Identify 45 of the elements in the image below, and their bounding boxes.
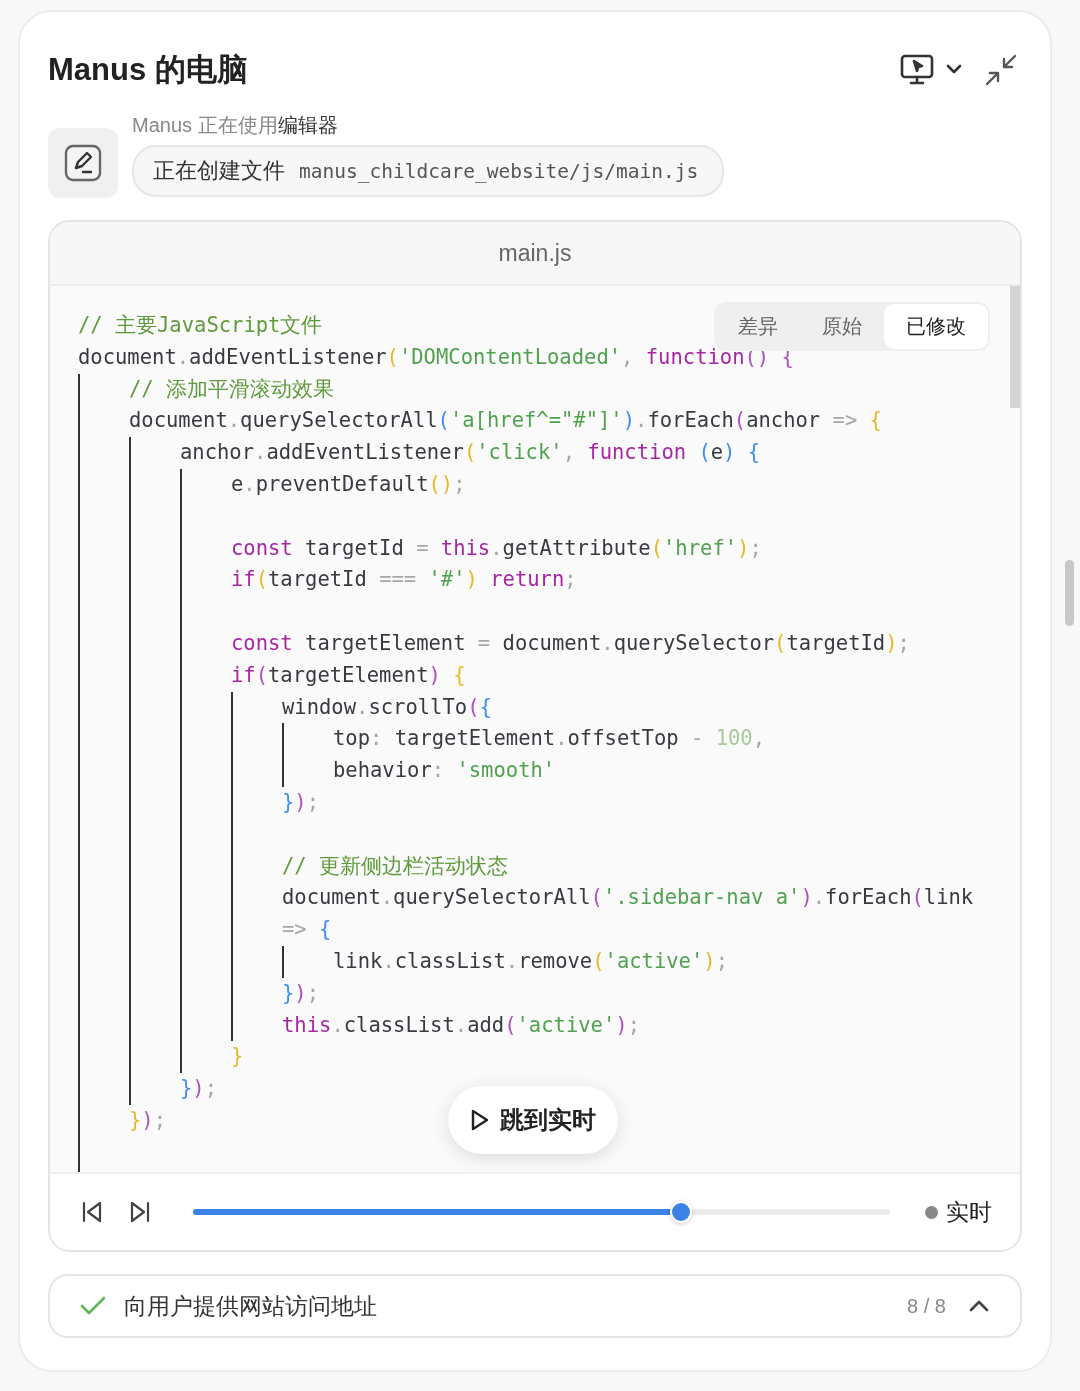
- code-line: const targetElement = document.querySelector(targetId);: [231, 629, 910, 657]
- live-label: 实时: [946, 1197, 992, 1227]
- code-line: window.scrollTo({: [282, 693, 492, 721]
- code-line: this.classList.add('active');: [282, 1011, 640, 1039]
- collapse-icon[interactable]: [984, 53, 1018, 87]
- code-line: behavior: 'smooth': [333, 757, 556, 785]
- code-line: anchor.addEventListener('click', function (e) {: [180, 439, 761, 467]
- activity-label: Manus 正在使用编辑器: [132, 113, 339, 138]
- code-line: document.querySelectorAll('a[href^="#"]').forEach(anchor => {: [129, 407, 882, 435]
- page-scrollbar-thumb[interactable]: [1065, 560, 1074, 626]
- code-line: });: [282, 979, 320, 1007]
- editor-app-icon: [48, 128, 118, 198]
- step-bar[interactable]: 向用户提供网站访问地址 8 / 8: [48, 1274, 1022, 1338]
- code-line: // 更新侧边栏活动状态: [282, 852, 509, 880]
- code-line: }: [231, 1043, 244, 1071]
- code-line: e.preventDefault();: [231, 471, 466, 498]
- code-line: });: [180, 1075, 218, 1103]
- code-line: // 主要JavaScript文件: [78, 312, 323, 339]
- scrollbar-thumb[interactable]: [1010, 286, 1020, 408]
- panel-title: Manus 的电脑: [48, 51, 248, 89]
- live-dot: [925, 1205, 938, 1219]
- code-line: if(targetElement) {: [231, 661, 466, 689]
- chevron-up-icon: [968, 1299, 990, 1313]
- code-line: top: targetElement.offsetTop - 100,: [333, 725, 765, 753]
- view-tab[interactable]: 原始: [800, 304, 884, 349]
- skip-forward-button[interactable]: [128, 1200, 152, 1224]
- code-line: // 添加平滑滚动效果: [129, 375, 335, 403]
- file-action-pill: 正在创建文件 manus_childcare_website/js/main.js: [132, 145, 725, 197]
- code-line: });: [129, 1106, 167, 1134]
- code-line: const targetId = this.getAttribute('href');: [231, 534, 762, 562]
- view-tab[interactable]: 差异: [716, 304, 800, 349]
- code-line: document.querySelectorAll('.sidebar-nav a').forEach(link: [282, 884, 974, 912]
- step-label: 向用户提供网站访问地址: [124, 1291, 378, 1321]
- skip-back-button[interactable]: [80, 1200, 104, 1224]
- file-name: main.js: [498, 239, 572, 267]
- code-line: link.classList.remove('active');: [333, 947, 728, 975]
- jump-to-live-button[interactable]: 跳到实时: [448, 1086, 618, 1154]
- code-line: if(targetId === '#') return;: [231, 566, 577, 594]
- code-line: });: [282, 788, 320, 816]
- play-icon: [470, 1108, 490, 1132]
- screen-dropdown-button[interactable]: [900, 53, 964, 87]
- code-line: => {: [282, 916, 332, 944]
- view-tab[interactable]: 已修改: [884, 304, 988, 349]
- step-counter: 8 / 8: [907, 1294, 946, 1318]
- slider-thumb[interactable]: [669, 1201, 692, 1223]
